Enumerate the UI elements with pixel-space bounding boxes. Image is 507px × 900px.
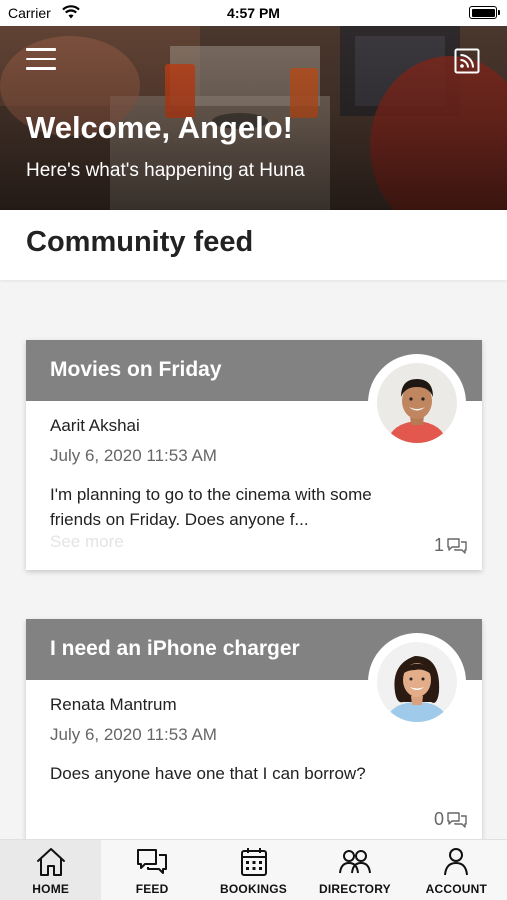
tab-directory[interactable]: DIRECTORY bbox=[304, 840, 405, 900]
post-body: I'm planning to go to the cinema with so… bbox=[50, 485, 372, 529]
rss-feed-icon[interactable] bbox=[454, 48, 480, 74]
hero-banner: Welcome, Angelo! Here's what's happening… bbox=[0, 26, 507, 210]
comments-icon bbox=[447, 811, 467, 828]
person-icon bbox=[444, 848, 469, 876]
welcome-title: Welcome, Angelo! bbox=[26, 110, 293, 145]
comments-icon bbox=[447, 537, 467, 554]
calendar-icon bbox=[240, 848, 267, 876]
chat-bubbles-icon bbox=[137, 849, 168, 874]
tab-bookings[interactable]: BOOKINGS bbox=[203, 840, 304, 900]
home-icon bbox=[36, 848, 65, 876]
feed-post[interactable]: Movies on Friday Aarit Akshai July 6, 20… bbox=[26, 340, 482, 570]
post-author: Aarit Akshai bbox=[50, 416, 140, 435]
tab-account[interactable]: ACCOUNT bbox=[406, 840, 507, 900]
battery-icon bbox=[469, 6, 500, 19]
welcome-subtitle: Here's what's happening at Huna bbox=[26, 160, 305, 181]
people-icon bbox=[338, 850, 371, 874]
author-avatar bbox=[368, 633, 466, 731]
see-more-link[interactable]: See more bbox=[50, 532, 124, 552]
tab-home[interactable]: HOME bbox=[0, 840, 102, 900]
status-bar: Carrier 4:57 PM bbox=[0, 0, 507, 26]
post-date: July 6, 2020 11:53 AM bbox=[50, 725, 217, 744]
bottom-tab-bar: HOME FEED BOOKINGS DIRECTORY ACCOUNT bbox=[0, 839, 507, 900]
author-avatar bbox=[368, 354, 466, 452]
tab-feed[interactable]: FEED bbox=[101, 840, 202, 900]
feed-post[interactable]: I need an iPhone charger Renata Mantrum … bbox=[26, 619, 482, 844]
comment-count[interactable]: 1 bbox=[434, 535, 468, 556]
comment-count[interactable]: 0 bbox=[434, 809, 468, 830]
tab-label: HOME bbox=[32, 882, 70, 896]
page-title: Community feed bbox=[26, 226, 254, 258]
post-author: Renata Mantrum bbox=[50, 695, 177, 714]
post-date: July 6, 2020 11:53 AM bbox=[50, 446, 217, 465]
page-header: Community feed bbox=[0, 210, 507, 280]
tab-label: BOOKINGS bbox=[220, 882, 287, 896]
comment-count-value: 0 bbox=[433, 809, 444, 829]
hamburger-menu-icon[interactable] bbox=[26, 48, 56, 72]
post-body: Does anyone have one that I can borrow? bbox=[50, 764, 366, 783]
tab-label: DIRECTORY bbox=[319, 882, 391, 896]
tab-label: ACCOUNT bbox=[425, 882, 488, 896]
status-time: 4:57 PM bbox=[227, 5, 280, 21]
tab-label: FEED bbox=[135, 882, 169, 896]
comment-count-value: 1 bbox=[433, 535, 444, 555]
